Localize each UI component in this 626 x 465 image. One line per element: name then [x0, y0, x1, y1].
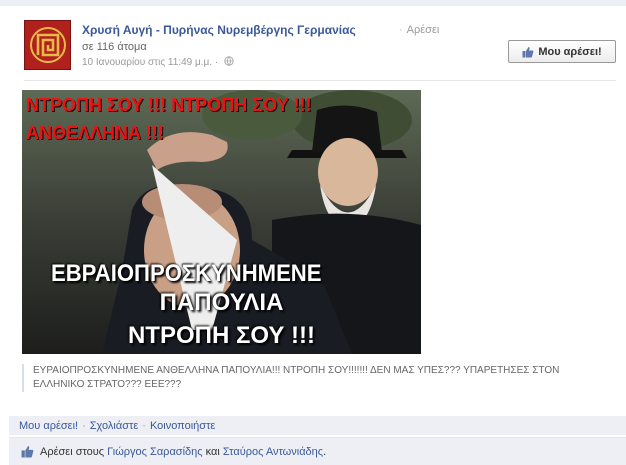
timestamp-text[interactable]: 10 Ιανουαρίου στις 11:49 μ.μ. — [82, 57, 212, 68]
globe-icon[interactable] — [224, 56, 234, 66]
thumbs-up-icon — [522, 46, 534, 57]
meander-logo-icon — [29, 27, 66, 63]
action-separator: · — [82, 419, 86, 432]
like-page-button-label: Μου αρέσει! — [538, 45, 602, 58]
thumbs-up-icon — [21, 445, 34, 458]
image-white-text-line-3: ΝΤΡΟΠΗ ΣΟΥ !!! — [127, 322, 316, 349]
action-separator: · — [142, 419, 146, 432]
top-border — [0, 0, 626, 6]
header-like-link[interactable]: · Αρέσει — [399, 24, 439, 36]
page-avatar[interactable] — [24, 20, 71, 70]
likes-conjunction: και — [205, 445, 220, 458]
page-name-link[interactable]: Χρυσή Αυγή - Πυρήνας Νυρεμβέργης Γερμανί… — [82, 23, 356, 37]
like-action-link[interactable]: Μου αρέσει! — [19, 420, 78, 432]
image-white-text-line-1: ΕΒΡΑΙΟΠΡΟΣΚΥΝΗΜΕΝΕ — [51, 260, 322, 287]
likes-prefix: Αρέσει στους — [40, 445, 105, 458]
timestamp-separator: · — [214, 57, 219, 68]
header-separator: · — [399, 24, 403, 36]
share-action-link[interactable]: Κοινοποιήστε — [150, 420, 215, 432]
post-timestamp[interactable]: 10 Ιανουαρίου στις 11:49 μ.μ. · — [82, 56, 234, 68]
image-red-text-line-1: ΝΤΡΟΠΗ ΣΟΥ !!! ΝΤΡΟΠΗ ΣΟΥ !!! — [26, 95, 312, 115]
likes-summary: Αρέσει στους Γιώργος Σαρασίδης και Σταύρ… — [9, 437, 626, 465]
image-red-text-line-2: ΑΝΘΕΛΛΗΝΑ !!! — [26, 123, 164, 143]
post-photo[interactable]: ΝΤΡΟΠΗ ΣΟΥ !!! ΝΤΡΟΠΗ ΣΟΥ !!! ΑΝΘΕΛΛΗΝΑ … — [22, 90, 421, 354]
like-count: σε 116 άτομα — [82, 41, 147, 53]
like-page-button[interactable]: Μου αρέσει! — [508, 40, 616, 63]
image-white-text-line-2: ΠΑΠΟΥΛΙΑ — [159, 289, 284, 316]
header-like-label[interactable]: Αρέσει — [407, 24, 440, 36]
liker-link-2[interactable]: Σταύρος Αντωνιάδης — [223, 446, 323, 458]
comment-action-link[interactable]: Σχολιάστε — [90, 420, 139, 432]
photo-caption: ΕΥΡΑΙΟΠΡΟΣΚΥΝΗΜΕΝΕ ΑΝΘΕΛΛΗΝΑ ΠΑΠΟΥΛΙΑ!!!… — [22, 364, 593, 392]
liker-link-1[interactable]: Γιώργος Σαρασίδης — [107, 446, 202, 458]
likes-suffix: . — [323, 445, 327, 458]
post-actions-bar: Μου αρέσει! · Σχολιάστε · Κοινοποιήστε — [9, 416, 626, 435]
header-divider — [24, 80, 616, 81]
